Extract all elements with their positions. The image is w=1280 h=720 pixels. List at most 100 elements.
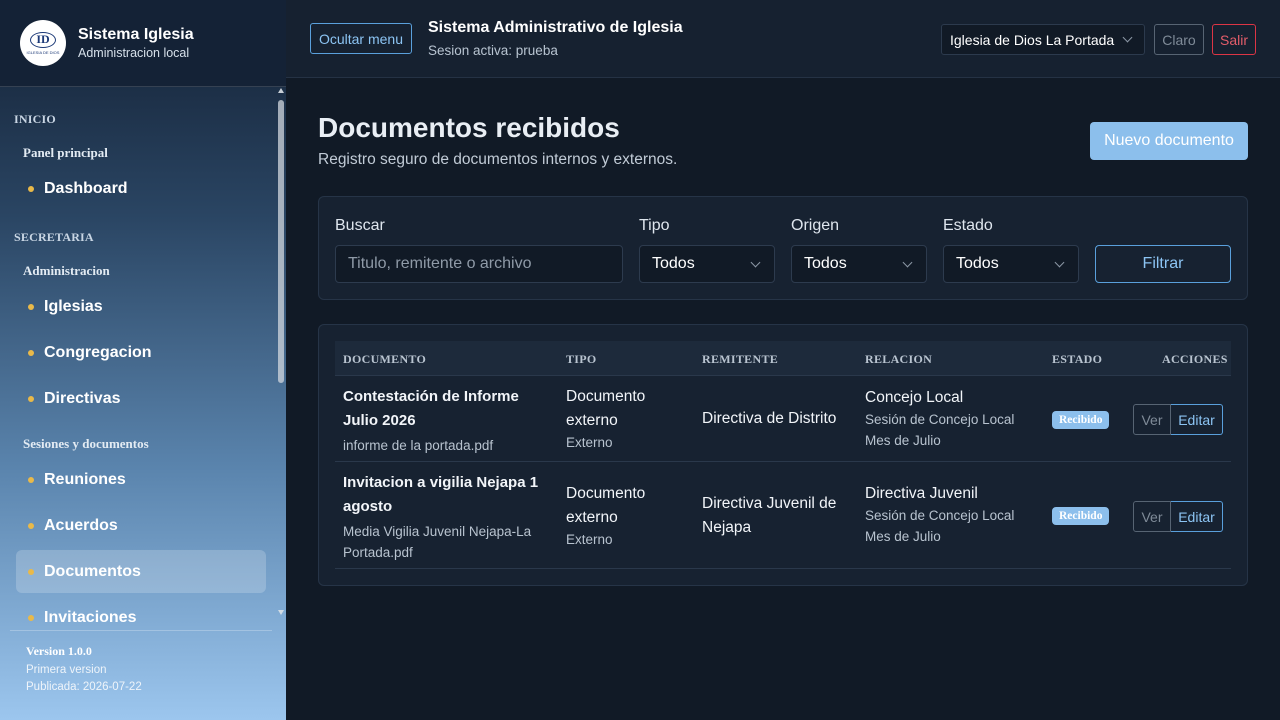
sidebar-item-acuerdos[interactable]: Acuerdos: [16, 504, 266, 547]
chevron-down-icon: [1054, 257, 1065, 268]
table-row: Contestación de Informe Julio 2026 infor…: [335, 376, 1231, 462]
new-document-button[interactable]: Nuevo documento: [1090, 122, 1248, 160]
sidebar-item-congregacion[interactable]: Congregacion: [16, 331, 266, 374]
sidebar-item-iglesias[interactable]: Iglesias: [16, 285, 266, 328]
app-title: Sistema Administrativo de Iglesia: [428, 19, 683, 36]
origen-label: Origen: [791, 217, 840, 234]
column-header-acciones: ACCIONES: [1162, 352, 1228, 366]
brand: ID IGLESIA DE DIOS Sistema Iglesia Admin…: [0, 0, 286, 87]
nav-section-inicio: INICIO: [14, 112, 56, 126]
theme-toggle-button[interactable]: Claro: [1154, 24, 1204, 55]
column-header-documento: DOCUMENTO: [343, 352, 427, 366]
nav-group-sesiones: Sesiones y documentos: [23, 436, 149, 451]
filter-panel: Buscar Titulo, remitente o archivo Tipo …: [318, 196, 1248, 300]
relation-title: Directiva Juvenil: [865, 485, 978, 502]
logo-caption: IGLESIA DE DIOS: [26, 49, 60, 55]
status-badge: Recibido: [1052, 507, 1110, 525]
sidebar-item-documentos[interactable]: Documentos: [16, 550, 266, 593]
relation-month: Mes de Julio: [865, 433, 941, 448]
logout-button[interactable]: Salir: [1212, 24, 1256, 55]
document-sender: Directiva Juvenil de Nejapa: [702, 495, 837, 536]
logo-mark: ID: [30, 31, 56, 48]
sidebar: ID IGLESIA DE DIOS Sistema Iglesia Admin…: [0, 0, 286, 720]
view-button[interactable]: Ver: [1133, 501, 1171, 532]
session-status: Sesion activa: prueba: [428, 43, 558, 58]
sidebar-item-label: Invitaciones: [44, 608, 137, 626]
tipo-label: Tipo: [639, 217, 670, 234]
origen-select-value: Todos: [804, 255, 847, 272]
bullet-icon: [28, 395, 34, 402]
page-subtitle: Registro seguro de documentos internos y…: [318, 151, 678, 168]
sidebar-item-reuniones[interactable]: Reuniones: [16, 458, 266, 501]
sidebar-item-label: Acuerdos: [44, 516, 118, 534]
scroll-up-arrow-icon[interactable]: [278, 88, 284, 93]
nav-group-administracion: Administracion: [23, 263, 110, 278]
nav-group-panel: Panel principal: [23, 145, 108, 160]
document-sender: Directiva de Distrito: [702, 410, 837, 427]
sidebar-item-label: Reuniones: [44, 470, 126, 488]
church-logo: ID IGLESIA DE DIOS: [20, 20, 66, 66]
estado-label: Estado: [943, 217, 993, 234]
document-file: informe de la portada.pdf: [343, 438, 494, 453]
bullet-icon: [28, 614, 34, 621]
edit-button[interactable]: Editar: [1171, 501, 1223, 532]
page-title: Documentos recibidos: [318, 112, 620, 143]
brand-subtitle: Administracion local: [78, 46, 190, 60]
estado-select[interactable]: Todos: [943, 245, 1079, 283]
tipo-select[interactable]: Todos: [639, 245, 775, 283]
column-header-relacion: RELACION: [865, 352, 933, 366]
column-header-remitente: REMITENTE: [702, 352, 779, 366]
column-header-estado: ESTADO: [1052, 352, 1103, 366]
toggle-menu-button[interactable]: Ocultar menu: [310, 23, 412, 54]
bullet-icon: [28, 476, 34, 483]
search-input[interactable]: Titulo, remitente o archivo: [335, 245, 623, 283]
document-origin: Externo: [566, 435, 613, 450]
document-title: Contestación de Informe Julio 2026: [343, 388, 519, 429]
relation-month: Mes de Julio: [865, 529, 941, 544]
version-info: Version 1.0.0 Primera version Publicada:…: [10, 630, 272, 693]
chevron-down-icon: [750, 257, 761, 268]
documents-table: DOCUMENTO TIPO REMITENTE RELACION ESTADO…: [318, 324, 1248, 586]
column-header-tipo: TIPO: [566, 352, 597, 366]
version-label: Version 1.0.0: [26, 644, 92, 658]
sidebar-item-label: Iglesias: [44, 297, 103, 315]
brand-title: Sistema Iglesia: [78, 26, 194, 43]
sidebar-item-dashboard[interactable]: Dashboard: [16, 167, 266, 210]
scroll-down-arrow-icon[interactable]: [278, 610, 284, 615]
version-note: Primera version: [26, 664, 107, 676]
estado-select-value: Todos: [956, 255, 999, 272]
status-badge: Recibido: [1052, 411, 1110, 429]
church-select-value: Iglesia de Dios La Portada: [950, 31, 1115, 48]
sidebar-item-label: Directivas: [44, 389, 121, 407]
edit-button[interactable]: Editar: [1171, 404, 1223, 435]
sidebar-scrollbar[interactable]: [278, 100, 284, 383]
bullet-icon: [28, 522, 34, 529]
document-title: Invitacion a vigilia Nejapa 1 agosto: [343, 474, 539, 515]
table-header: DOCUMENTO TIPO REMITENTE RELACION ESTADO…: [335, 341, 1231, 376]
church-select[interactable]: Iglesia de Dios La Portada: [941, 24, 1145, 55]
origen-select[interactable]: Todos: [791, 245, 927, 283]
bullet-icon: [28, 303, 34, 310]
document-file: Media Vigilia Juvenil Nejapa-La Portada.…: [343, 524, 532, 560]
sidebar-nav: INICIO Panel principal Dashboard SECRETA…: [0, 87, 286, 629]
relation-session: Sesión de Concejo Local: [865, 412, 1015, 427]
bullet-icon: [28, 349, 34, 356]
sidebar-item-label: Congregacion: [44, 343, 152, 361]
sidebar-item-label: Documentos: [44, 562, 141, 580]
chevron-down-icon: [902, 257, 913, 268]
search-label: Buscar: [335, 217, 385, 234]
chevron-down-icon: [1122, 32, 1133, 43]
document-type: Documento externo: [566, 485, 646, 526]
table-row: Invitacion a vigilia Nejapa 1 agosto Med…: [335, 462, 1231, 569]
view-button[interactable]: Ver: [1133, 404, 1171, 435]
sidebar-item-label: Dashboard: [44, 179, 128, 197]
tipo-select-value: Todos: [652, 255, 695, 272]
nav-section-secretaria: SECRETARIA: [14, 230, 94, 244]
filter-button[interactable]: Filtrar: [1095, 245, 1231, 283]
sidebar-item-invitaciones[interactable]: Invitaciones: [16, 596, 266, 629]
document-type: Documento externo: [566, 388, 646, 429]
bullet-icon: [28, 185, 34, 192]
topbar: Ocultar menu Sistema Administrativo de I…: [286, 0, 1280, 78]
sidebar-item-directivas[interactable]: Directivas: [16, 377, 266, 420]
version-published: Publicada: 2026-07-22: [26, 681, 142, 693]
